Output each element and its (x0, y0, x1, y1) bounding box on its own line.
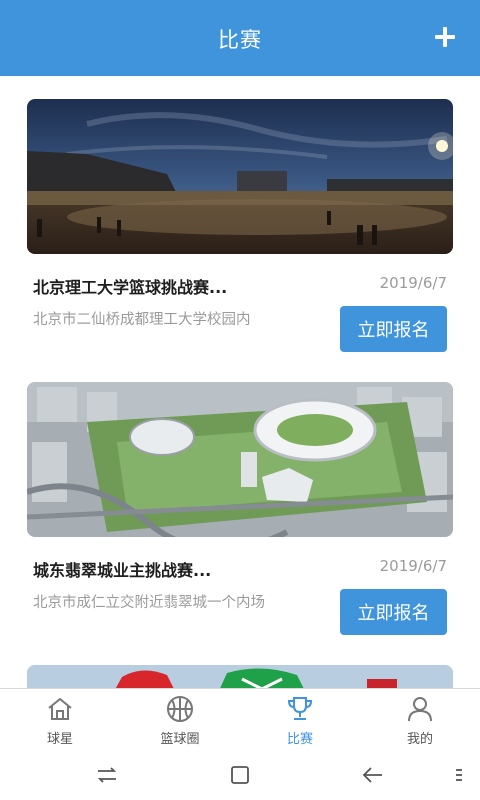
basketball-icon (167, 696, 193, 722)
night-stadium-photo[interactable] (27, 99, 453, 254)
home-square-icon[interactable] (227, 762, 253, 788)
tab-basketball-circle[interactable]: 篮球圈 (120, 689, 240, 750)
match-address: 北京市成仁立交附近翡翠城一个内场 (33, 595, 265, 611)
match-card[interactable]: 城东翡翠城业主挑战赛... 2019/6/7 北京市成仁立交附近翡翠城一个内场 … (27, 382, 453, 635)
match-date: 2019/6/7 (379, 274, 447, 292)
match-title: 北京理工大学篮球挑战赛... (33, 278, 228, 297)
switch-apps-icon[interactable] (94, 762, 120, 788)
user-icon (408, 697, 432, 722)
more-icon[interactable] (446, 762, 462, 788)
app-header: 比赛 (0, 0, 480, 76)
bottom-tab-bar: 球星 篮球圈 比赛 我的 (0, 688, 480, 750)
match-card[interactable] (27, 665, 453, 688)
plus-icon[interactable] (430, 22, 460, 52)
tab-label: 篮球圈 (160, 732, 200, 747)
tab-matches[interactable]: 比赛 (240, 689, 360, 750)
tab-label: 比赛 (286, 732, 313, 747)
page-title: 比赛 (218, 28, 262, 52)
football-players-photo[interactable] (27, 665, 453, 688)
tab-label: 我的 (406, 732, 433, 747)
system-nav-bar (0, 750, 480, 800)
match-title: 城东翡翠城业主挑战赛... (33, 561, 212, 580)
tab-mine[interactable]: 我的 (360, 689, 480, 750)
trophy-icon (287, 697, 313, 720)
home-icon (48, 698, 72, 720)
match-list[interactable]: 北京理工大学篮球挑战赛... 2019/6/7 北京市二仙桥成都理工大学校园内 … (0, 76, 480, 688)
back-icon[interactable] (360, 762, 386, 788)
match-date: 2019/6/7 (379, 557, 447, 575)
match-card[interactable]: 北京理工大学篮球挑战赛... 2019/6/7 北京市二仙桥成都理工大学校园内 … (27, 99, 453, 352)
tab-stars[interactable]: 球星 (0, 689, 120, 750)
sports-complex-aerial-photo[interactable] (27, 382, 453, 537)
tab-label: 球星 (46, 732, 73, 747)
signup-button[interactable]: 立即报名 (340, 589, 447, 635)
match-address: 北京市二仙桥成都理工大学校园内 (33, 312, 251, 328)
signup-button[interactable]: 立即报名 (340, 306, 447, 352)
